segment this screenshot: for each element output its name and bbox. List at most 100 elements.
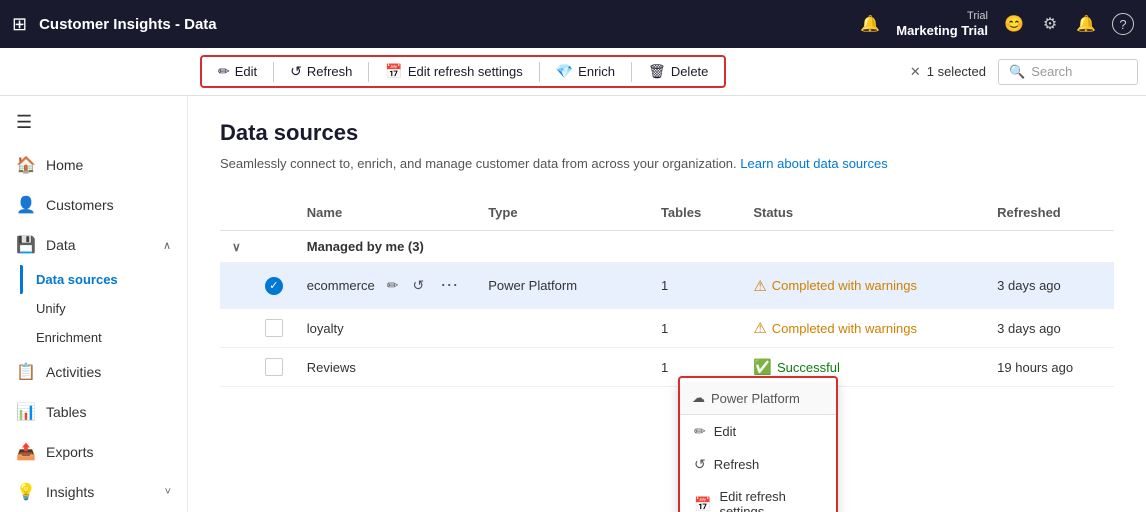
ctx-edit-refresh-settings[interactable]: 📅 Edit refresh settings [680, 481, 836, 512]
selected-badge: ✕ 1 selected [910, 64, 986, 80]
user-face-icon[interactable]: 😊 [1004, 14, 1024, 34]
actionbar-left: ✏ Edit ↺ Refresh 📅 Edit refresh settings… [200, 55, 726, 88]
empty-checkbox [265, 319, 283, 337]
sidebar-item-unify[interactable]: Unify [20, 294, 187, 323]
sidebar-item-tables-label: Tables [46, 404, 86, 420]
ctx-edit-icon: ✏ [694, 423, 706, 440]
sidebar-item-insights-label: Insights [46, 484, 94, 500]
ctx-header-label: Power Platform [711, 391, 800, 406]
separator-4 [631, 62, 632, 82]
edit-button[interactable]: ✏ Edit [208, 59, 267, 84]
row-checkbox-reviews[interactable] [253, 348, 295, 387]
bell-icon[interactable]: 🔔 [1076, 14, 1096, 34]
ctx-edit-label: Edit [714, 424, 736, 439]
row-refresh-icon[interactable]: ↺ [408, 275, 428, 296]
sidebar-item-data-sources[interactable]: Data sources [20, 265, 187, 294]
group-collapse-icon[interactable]: ∨ [220, 231, 253, 263]
row-edit-icon[interactable]: ✏ [383, 275, 403, 296]
gear-icon[interactable]: ⚙ [1040, 14, 1060, 34]
ctx-platform-icon: ☁ [692, 390, 705, 406]
help-icon[interactable]: ? [1112, 13, 1134, 35]
main-content: Data sources Seamlessly connect to, enri… [188, 96, 1146, 512]
learn-link[interactable]: Learn about data sources [740, 156, 887, 171]
col-refreshed-header: Refreshed [985, 195, 1114, 231]
search-icon: 🔍 [1009, 64, 1025, 80]
sidebar-item-data-label: Data [46, 237, 76, 253]
sidebar-item-unify-label: Unify [36, 301, 66, 316]
warn-icon: ⚠ [753, 277, 766, 295]
sidebar-item-exports[interactable]: 📤 Exports [0, 432, 187, 472]
close-selection-icon[interactable]: ✕ [910, 64, 921, 80]
hamburger-menu[interactable]: ☰ [0, 100, 187, 145]
col-check [253, 195, 295, 231]
search-box[interactable]: 🔍 Search [998, 59, 1138, 85]
actionbar: ✏ Edit ↺ Refresh 📅 Edit refresh settings… [0, 48, 1146, 96]
row-checkbox-loyalty[interactable] [253, 309, 295, 348]
separator-2 [368, 62, 369, 82]
data-icon: 💾 [16, 235, 36, 255]
row-checkbox[interactable]: ✓ [253, 263, 295, 309]
row-tables: 1 [649, 263, 741, 309]
row-more-icon[interactable]: ⋯ [434, 273, 464, 298]
row-tables-loyalty: 1 [649, 309, 741, 348]
data-chevron-icon: ∧ [163, 239, 171, 252]
ctx-refresh-label: Refresh [714, 457, 760, 472]
sidebar-item-home-label: Home [46, 157, 83, 173]
data-sources-table: Name Type Tables Status Refreshed ∨ Mana… [220, 195, 1114, 387]
sidebar-item-data[interactable]: 💾 Data ∧ [0, 225, 187, 265]
row-indent [220, 263, 253, 309]
delete-button[interactable]: 🗑 Delete [638, 59, 718, 84]
enrich-icon: 💎 [556, 63, 573, 80]
ctx-edit-refresh-icon: 📅 [694, 496, 711, 512]
notification-bell-icon[interactable]: 🔔 [860, 14, 880, 34]
sidebar-item-customers-label: Customers [46, 197, 114, 213]
topbar: ⊞ Customer Insights - Data 🔔 Trial Marke… [0, 0, 1146, 48]
edit-refresh-settings-button[interactable]: 📅 Edit refresh settings [375, 59, 532, 84]
sidebar-item-data-sources-label: Data sources [36, 272, 118, 287]
row-name-loyalty: loyalty [295, 309, 476, 348]
search-placeholder: Search [1031, 64, 1072, 79]
ctx-edit-refresh-label: Edit refresh settings [719, 489, 822, 512]
sidebar-item-activities[interactable]: 📋 Activities [0, 352, 187, 392]
row-name-reviews: Reviews [295, 348, 476, 387]
status-text-reviews: Successful [777, 360, 840, 375]
ctx-edit[interactable]: ✏ Edit [680, 415, 836, 448]
sidebar-item-activities-label: Activities [46, 364, 101, 380]
topbar-right: 🔔 Trial Marketing Trial 😊 ⚙ 🔔 ? [860, 10, 1134, 38]
table-row: ✓ ecommerce ✏ ↺ ⋯ Power Platform [220, 263, 1114, 309]
sidebar-item-tables[interactable]: 📊 Tables [0, 392, 187, 432]
refresh-icon: ↺ [290, 63, 302, 80]
col-collapse [220, 195, 253, 231]
row-indent [220, 309, 253, 348]
tables-icon: 📊 [16, 402, 36, 422]
group-label: Managed by me (3) [295, 231, 1114, 263]
layout: ☰ 🏠 Home 👤 Customers 💾 Data ∧ Data sourc… [0, 96, 1146, 512]
grid-icon[interactable]: ⊞ [12, 14, 27, 35]
enrich-button[interactable]: 💎 Enrich [546, 59, 625, 84]
customers-icon: 👤 [16, 195, 36, 215]
separator-3 [539, 62, 540, 82]
sidebar-item-customers[interactable]: 👤 Customers [0, 185, 187, 225]
actionbar-right: ✕ 1 selected 🔍 Search [910, 59, 1138, 85]
app-title: Customer Insights - Data [39, 16, 848, 33]
refresh-button[interactable]: ↺ Refresh [280, 59, 362, 84]
row-status: ⚠ Completed with warnings [741, 263, 985, 309]
trial-info: Trial Marketing Trial [896, 10, 988, 38]
row-name: ecommerce ✏ ↺ ⋯ [295, 263, 476, 309]
sidebar-item-enrichment[interactable]: Enrichment [20, 323, 187, 352]
col-status-header: Status [741, 195, 985, 231]
ctx-refresh[interactable]: ↺ Refresh [680, 448, 836, 481]
activities-icon: 📋 [16, 362, 36, 382]
row-indent [220, 348, 253, 387]
warn-icon-loyalty: ⚠ [753, 319, 766, 337]
row-refreshed-reviews: 19 hours ago [985, 348, 1114, 387]
row-refreshed-loyalty: 3 days ago [985, 309, 1114, 348]
col-type-header: Type [476, 195, 649, 231]
row-type-reviews [476, 348, 649, 387]
group-header-managed: ∨ Managed by me (3) [220, 231, 1114, 263]
sidebar-item-insights[interactable]: 💡 Insights ˅ [0, 472, 187, 512]
ecommerce-name: ecommerce [307, 278, 375, 293]
sidebar-item-home[interactable]: 🏠 Home [0, 145, 187, 185]
status-text: Completed with warnings [772, 278, 917, 293]
sidebar-item-exports-label: Exports [46, 444, 93, 460]
